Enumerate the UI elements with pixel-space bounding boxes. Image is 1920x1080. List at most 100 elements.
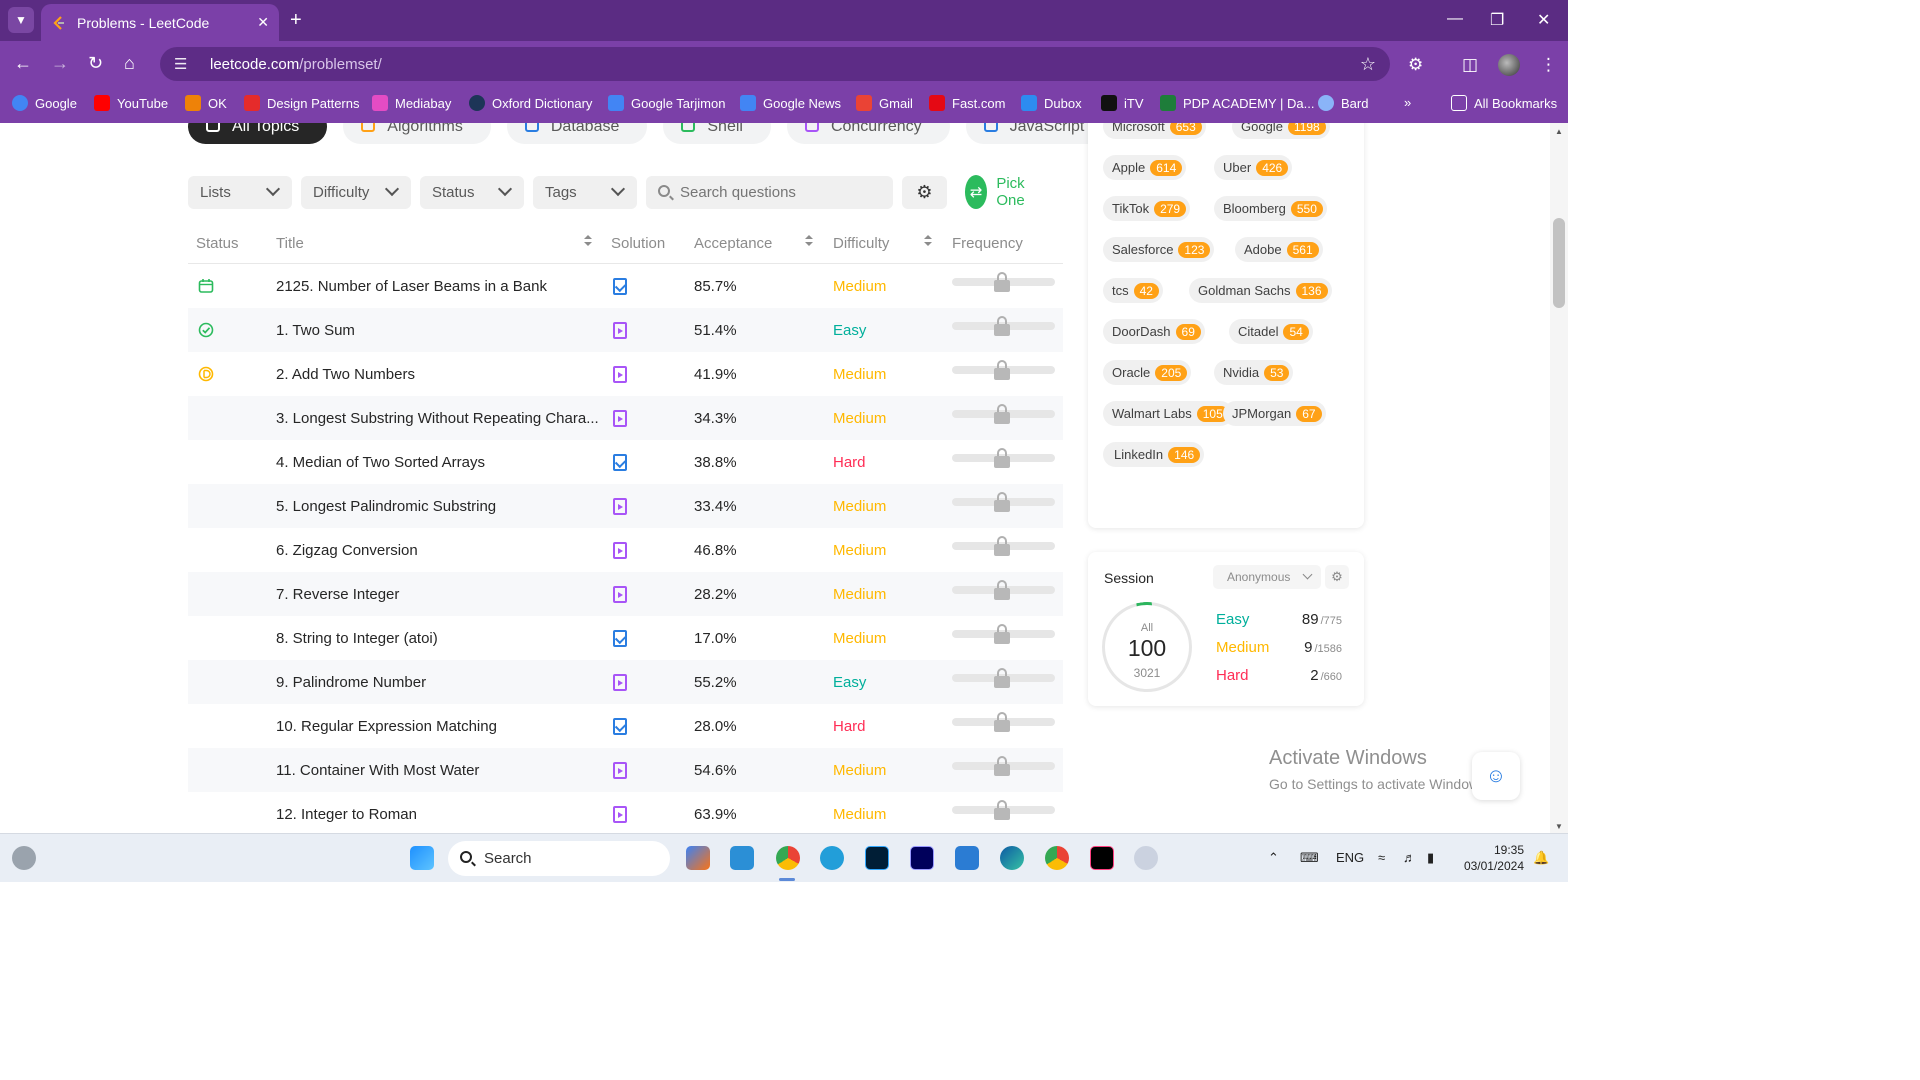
- battery-icon[interactable]: ▮: [1427, 850, 1434, 866]
- header-frequency[interactable]: Frequency: [952, 235, 1023, 252]
- wifi-icon[interactable]: ≈: [1378, 850, 1385, 865]
- bookmark-dubox[interactable]: Dubox: [1021, 95, 1082, 111]
- lock-icon[interactable]: [994, 756, 1010, 776]
- new-tab-button[interactable]: +: [290, 9, 302, 32]
- volume-icon[interactable]: ♬: [1403, 850, 1416, 865]
- lock-icon[interactable]: [994, 624, 1010, 644]
- tab-search-button[interactable]: ▼: [8, 7, 34, 33]
- bookmark-fast[interactable]: Fast.com: [929, 95, 1005, 111]
- taskbar-search[interactable]: Search: [448, 841, 670, 876]
- page-scrollbar[interactable]: ▲ ▼: [1550, 123, 1568, 833]
- company-tag[interactable]: Citadel 54: [1229, 319, 1313, 344]
- header-difficulty[interactable]: Difficulty: [833, 235, 889, 252]
- chrome-profile-icon[interactable]: [1045, 846, 1069, 870]
- forward-icon[interactable]: →: [51, 53, 69, 74]
- lock-icon[interactable]: [994, 800, 1010, 820]
- solution-video-icon[interactable]: [613, 410, 627, 427]
- solution-video-icon[interactable]: [613, 322, 627, 339]
- tags-dropdown[interactable]: Tags: [533, 176, 637, 209]
- company-tag[interactable]: tcs 42: [1103, 278, 1163, 303]
- company-tag[interactable]: Bloomberg 550: [1214, 196, 1327, 221]
- table-row[interactable]: 8. String to Integer (atoi) 17.0% Medium: [188, 616, 1063, 660]
- restore-icon[interactable]: ❐: [1490, 10, 1504, 30]
- bookmark-bard[interactable]: Bard: [1318, 95, 1368, 111]
- problem-title-link[interactable]: 7. Reverse Integer: [276, 586, 399, 603]
- sort-title-icon[interactable]: [584, 235, 592, 247]
- bookmark-ok[interactable]: OK: [185, 95, 227, 111]
- solution-video-icon[interactable]: [613, 542, 627, 559]
- table-row[interactable]: 9. Palindrome Number 55.2% Easy: [188, 660, 1063, 704]
- header-acceptance[interactable]: Acceptance: [694, 235, 772, 252]
- bookmark-star-icon[interactable]: ☆: [1360, 54, 1376, 75]
- company-tag[interactable]: Microsoft 653: [1103, 123, 1206, 139]
- problem-title-link[interactable]: 8. String to Integer (atoi): [276, 630, 438, 647]
- menu-icon[interactable]: ⋮: [1540, 55, 1557, 75]
- keyboard-icon[interactable]: ⌨: [1300, 850, 1319, 866]
- topic-shell[interactable]: Shell: [663, 123, 771, 144]
- problem-title-link[interactable]: 5. Longest Palindromic Substring: [276, 498, 496, 515]
- problem-title-link[interactable]: 9. Palindrome Number: [276, 674, 426, 691]
- solution-video-icon[interactable]: [613, 498, 627, 515]
- notifications-icon[interactable]: 🔔: [1533, 850, 1549, 866]
- intellij-icon[interactable]: [1090, 846, 1114, 870]
- extensions-icon[interactable]: ⚙: [1408, 55, 1423, 75]
- bookmark-google-news[interactable]: Google News: [740, 95, 841, 111]
- company-tag[interactable]: Salesforce 123: [1103, 237, 1215, 262]
- topic-all[interactable]: All Topics: [188, 123, 328, 144]
- table-row[interactable]: 11. Container With Most Water 54.6% Medium: [188, 748, 1063, 792]
- search-input[interactable]: [680, 184, 880, 201]
- desktop-icon[interactable]: [730, 846, 754, 870]
- problem-title-link[interactable]: 11. Container With Most Water: [276, 762, 479, 779]
- topic-algorithms[interactable]: Algorithms: [343, 123, 491, 144]
- company-tag[interactable]: Apple 614: [1103, 155, 1187, 180]
- sort-difficulty-icon[interactable]: [924, 235, 932, 247]
- table-row[interactable]: 7. Reverse Integer 28.2% Medium: [188, 572, 1063, 616]
- home-icon[interactable]: ⌂: [124, 53, 135, 74]
- table-row[interactable]: 4. Median of Two Sorted Arrays 38.8% Hard: [188, 440, 1063, 484]
- all-bookmarks[interactable]: All Bookmarks: [1451, 95, 1557, 111]
- pick-one-button[interactable]: ⇄ Pick One: [965, 175, 1036, 209]
- scroll-thumb[interactable]: [1553, 218, 1565, 308]
- problem-title-link[interactable]: 6. Zigzag Conversion: [276, 542, 418, 559]
- lock-icon[interactable]: [994, 492, 1010, 512]
- browser-tab[interactable]: Problems - LeetCode ✕: [41, 4, 279, 41]
- feedback-button[interactable]: ☺: [1472, 752, 1520, 800]
- company-tag[interactable]: TikTok 279: [1103, 196, 1191, 221]
- reload-icon[interactable]: ↻: [88, 53, 103, 74]
- minimize-icon[interactable]: —: [1447, 10, 1463, 28]
- solution-video-icon[interactable]: [613, 674, 627, 691]
- profile-avatar[interactable]: [1498, 54, 1520, 76]
- more-bookmarks-icon[interactable]: »: [1404, 95, 1411, 110]
- company-tag[interactable]: Walmart Labs 105: [1103, 401, 1233, 426]
- chrome-icon[interactable]: [776, 846, 800, 870]
- topic-database[interactable]: Database: [506, 123, 648, 144]
- company-tag[interactable]: Uber 426: [1214, 155, 1293, 180]
- company-tag[interactable]: Nvidia 53: [1214, 360, 1294, 385]
- side-panel-icon[interactable]: ◫: [1462, 55, 1478, 75]
- close-tab-icon[interactable]: ✕: [257, 14, 269, 31]
- lock-icon[interactable]: [994, 404, 1010, 424]
- problem-title-link[interactable]: 2. Add Two Numbers: [276, 366, 415, 383]
- problem-title-link[interactable]: 2125. Number of Laser Beams in a Bank: [276, 278, 547, 295]
- bookmark-oxford[interactable]: Oxford Dictionary: [469, 95, 592, 111]
- solution-video-icon[interactable]: [613, 586, 627, 603]
- lock-icon[interactable]: [994, 536, 1010, 556]
- bookmark-mediabay[interactable]: Mediabay: [372, 95, 451, 111]
- davinci-icon[interactable]: [1134, 846, 1158, 870]
- window-close-icon[interactable]: ✕: [1537, 10, 1550, 30]
- bookmark-pdp[interactable]: PDP ACADEMY | Da...: [1160, 95, 1315, 111]
- session-settings-icon[interactable]: ⚙: [1325, 565, 1349, 589]
- scroll-down-icon[interactable]: ▼: [1555, 822, 1563, 831]
- lock-icon[interactable]: [994, 668, 1010, 688]
- problem-title-link[interactable]: 3. Longest Substring Without Repeating C…: [276, 410, 599, 427]
- todo-icon[interactable]: [955, 846, 979, 870]
- address-bar[interactable]: ☰ leetcode.com/problemset/ ☆: [160, 47, 1390, 81]
- site-info-icon[interactable]: ☰: [174, 55, 196, 73]
- bookmark-youtube[interactable]: YouTube: [94, 95, 168, 111]
- session-selector[interactable]: Anonymous: [1213, 565, 1321, 589]
- bookmark-design-patterns[interactable]: Design Patterns: [244, 95, 360, 111]
- solution-video-icon[interactable]: [613, 806, 627, 823]
- company-tag[interactable]: Google 1198: [1232, 123, 1330, 139]
- solution-video-icon[interactable]: [613, 366, 627, 383]
- company-tag[interactable]: DoorDash 69: [1103, 319, 1205, 344]
